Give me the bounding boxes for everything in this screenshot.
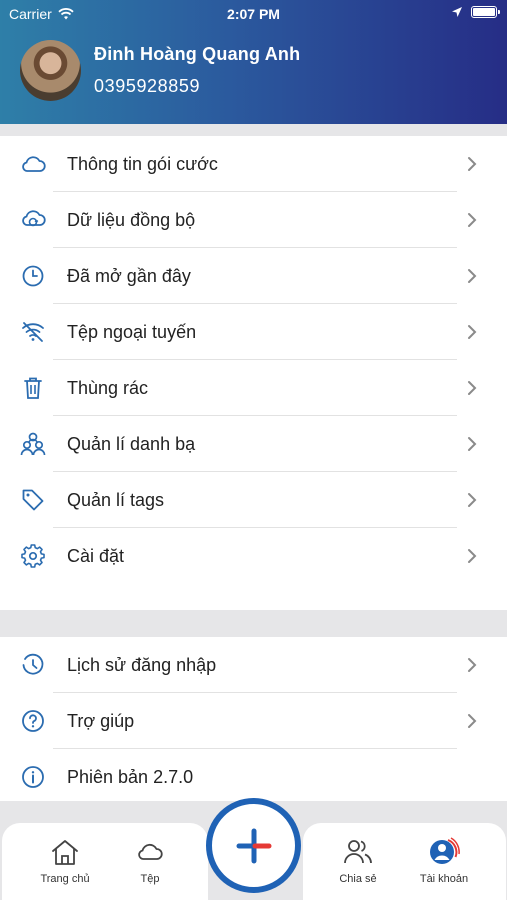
menu-item-label: Dữ liệu đồng bộ	[67, 209, 196, 230]
tab-share-label: Chia sẻ	[339, 873, 377, 885]
menu-item-login-history[interactable]: Lịch sử đăng nhập	[0, 637, 507, 693]
menu-item-label: Cài đặt	[67, 545, 125, 566]
chevron-right-icon	[468, 493, 477, 507]
trash-icon	[20, 375, 46, 401]
profile-header: Carrier 2:07 PM Đinh Hoàng Quang Anh 039…	[0, 0, 507, 124]
status-bar: Carrier 2:07 PM	[0, 0, 507, 30]
home-icon	[52, 840, 78, 865]
account-icon	[430, 837, 460, 864]
info-icon	[20, 764, 46, 790]
chevron-right-icon	[468, 381, 477, 395]
menu-item-help[interactable]: Trợ giúp	[0, 693, 507, 749]
tab-bar-right: Chia sẻ Tài khoản	[303, 823, 506, 900]
menu-item-subscription[interactable]: Thông tin gói cước	[0, 136, 507, 192]
avatar[interactable]	[20, 40, 81, 101]
menu-item-trash[interactable]: Thùng rác	[0, 360, 507, 416]
tab-files-label: Tệp	[140, 873, 160, 885]
chevron-right-icon	[468, 213, 477, 227]
menu-item-settings[interactable]: Cài đặt	[0, 528, 507, 584]
tab-account-label: Tài khoản	[419, 873, 469, 885]
tab-bar-left: Trang chủ Tệp	[2, 823, 208, 900]
menu-group-main: Thông tin gói cước Dữ liệu đồng bộ Đã mở…	[0, 136, 507, 610]
chevron-right-icon	[468, 658, 477, 672]
tab-files[interactable]: Tệp	[115, 837, 185, 885]
history-icon	[20, 652, 46, 678]
menu-item-label: Thùng rác	[67, 377, 149, 398]
cloud-sync-icon	[20, 207, 46, 233]
tab-share[interactable]: Chia sẻ	[323, 837, 393, 885]
tab-account[interactable]: Tài khoản	[409, 837, 479, 885]
help-icon	[20, 708, 46, 734]
chevron-right-icon	[468, 157, 477, 171]
battery-icon	[471, 6, 500, 18]
menu-item-tags[interactable]: Quản lí tags	[0, 472, 507, 528]
menu-item-label: Tệp ngoại tuyến	[67, 321, 197, 342]
tab-home-label: Trang chủ	[40, 873, 90, 885]
chevron-right-icon	[468, 325, 477, 339]
menu-group-secondary: Lịch sử đăng nhập Trợ giúp Phiên bản 2.7…	[0, 637, 507, 801]
cloud-icon	[20, 151, 46, 177]
chevron-right-icon	[468, 549, 477, 563]
menu-item-sync-data[interactable]: Dữ liệu đồng bộ	[0, 192, 507, 248]
menu-item-label: Quản lí danh bạ	[67, 433, 196, 454]
clock-icon	[20, 263, 46, 289]
location-arrow-icon	[452, 7, 462, 17]
status-right	[451, 6, 500, 18]
menu-item-recent[interactable]: Đã mở gần đây	[0, 248, 507, 304]
contacts-icon	[20, 431, 46, 457]
chevron-right-icon	[468, 714, 477, 728]
menu-item-label: Thông tin gói cước	[67, 153, 218, 174]
menu-item-label: Trợ giúp	[67, 710, 135, 731]
menu-item-label: Đã mở gần đây	[67, 265, 191, 286]
menu-item-label: Quản lí tags	[67, 489, 165, 510]
tag-icon	[20, 487, 46, 513]
menu-item-offline-files[interactable]: Tệp ngoại tuyến	[0, 304, 507, 360]
tab-home[interactable]: Trang chủ	[30, 837, 100, 885]
menu-item-version: Phiên bản 2.7.0	[0, 749, 507, 805]
version-label: Phiên bản 2.7.0	[67, 766, 194, 787]
chevron-right-icon	[468, 437, 477, 451]
wifi-off-icon	[20, 319, 46, 345]
menu-item-contacts[interactable]: Quản lí danh bạ	[0, 416, 507, 472]
cloud-icon	[138, 843, 163, 860]
plus-icon	[236, 828, 271, 863]
users-icon	[344, 840, 372, 864]
user-phone: 0395928859	[94, 76, 201, 96]
user-name: Đinh Hoàng Quang Anh	[94, 44, 301, 64]
gear-icon	[20, 543, 46, 569]
menu-item-label: Lịch sử đăng nhập	[67, 654, 217, 675]
status-time: 2:07 PM	[227, 6, 280, 22]
chevron-right-icon	[468, 269, 477, 283]
add-button[interactable]	[206, 798, 301, 893]
